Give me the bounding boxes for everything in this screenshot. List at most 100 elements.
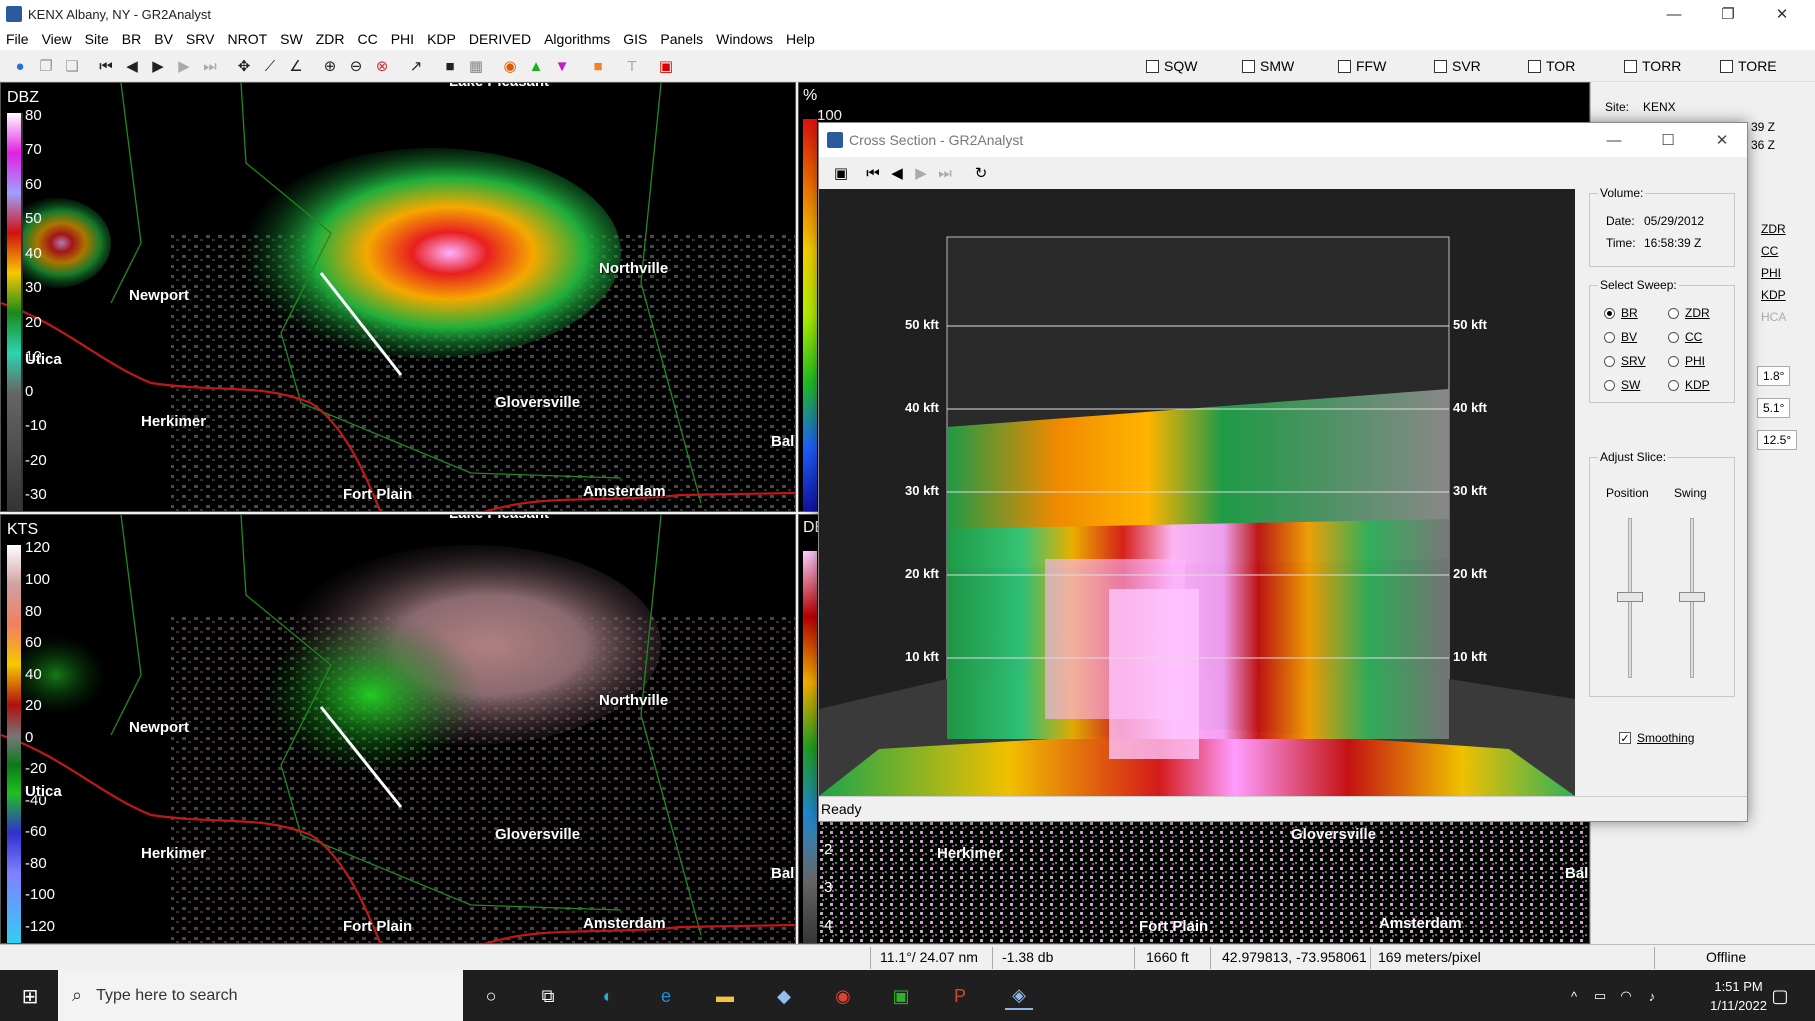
step-back-icon[interactable]: ◀	[122, 56, 142, 76]
angle-icon[interactable]: ∠	[286, 56, 306, 76]
app-icon[interactable]: ◆	[770, 982, 798, 1010]
triangle-up-icon[interactable]: ▲	[526, 56, 546, 76]
menu-nrot[interactable]: NROT	[227, 31, 267, 47]
zoom-reset-icon[interactable]: ⊗	[372, 56, 392, 76]
edge-icon[interactable]: ◐	[594, 982, 622, 1010]
menu-file[interactable]: File	[6, 31, 29, 47]
warning-toggle-sqw[interactable]: SQW	[1146, 58, 1197, 74]
menu-sw[interactable]: SW	[280, 31, 303, 47]
copy-icon[interactable]: ❐	[36, 56, 56, 76]
measure-icon[interactable]: ⟋	[260, 56, 280, 76]
record-icon[interactable]: ▣	[656, 56, 676, 76]
step-forward-icon[interactable]: ▶	[911, 163, 931, 183]
warning-toggle-ffw[interactable]: FFW	[1338, 58, 1386, 74]
triangle-down-icon[interactable]: ▼	[552, 56, 572, 76]
color-icon[interactable]: ◉	[500, 56, 520, 76]
menu-site[interactable]: Site	[85, 31, 109, 47]
menu-algorithms[interactable]: Algorithms	[544, 31, 610, 47]
chat-icon[interactable]: ▣	[887, 982, 915, 1010]
tilt-button-2[interactable]: 5.1°	[1757, 398, 1791, 418]
sweep-radio-srv[interactable]: SRV	[1604, 354, 1645, 368]
paste-icon[interactable]: ❏	[62, 56, 82, 76]
skip-back-icon[interactable]: ⏮	[96, 56, 116, 76]
sweep-radio-phi[interactable]: PHI	[1668, 354, 1705, 368]
maximize-button[interactable]: ☐	[1641, 123, 1695, 157]
minimize-button[interactable]: —	[1587, 123, 1641, 157]
position-slider-thumb[interactable]	[1617, 592, 1643, 602]
cortana-icon[interactable]: ○	[477, 982, 505, 1010]
menu-zdr[interactable]: ZDR	[316, 31, 345, 47]
product-phi[interactable]: PHI	[1761, 266, 1781, 280]
warning-toggle-tor[interactable]: TOR	[1528, 58, 1575, 74]
pan-icon[interactable]: ✥	[234, 56, 254, 76]
close-button[interactable]: ✕	[1695, 123, 1749, 157]
black-square-icon[interactable]: ■	[440, 56, 460, 76]
grid-icon[interactable]: ▦	[466, 56, 486, 76]
minimize-button[interactable]: —	[1647, 0, 1701, 28]
sweep-radio-cc[interactable]: CC	[1668, 330, 1702, 344]
menu-panels[interactable]: Panels	[660, 31, 703, 47]
file-explorer-icon[interactable]: ▬	[711, 982, 739, 1010]
product-hca[interactable]: HCA	[1761, 310, 1786, 324]
menu-gis[interactable]: GIS	[623, 31, 647, 47]
zoom-out-icon[interactable]: ⊖	[346, 56, 366, 76]
notification-icon[interactable]: ▢	[1766, 982, 1794, 1010]
sweep-radio-kdp[interactable]: KDP	[1668, 378, 1710, 392]
globe-icon[interactable]: ●	[10, 56, 30, 76]
reflectivity-pane[interactable]: DBZ 80 70 60 50 40 30 20 10 0 -10 -20 -3…	[0, 82, 796, 512]
sweep-radio-bv[interactable]: BV	[1604, 330, 1637, 344]
skip-back-icon[interactable]: ⏮	[863, 163, 883, 183]
wifi-icon[interactable]: ◠	[1612, 982, 1640, 1010]
sweep-radio-sw[interactable]: SW	[1604, 378, 1640, 392]
product-zdr[interactable]: ZDR	[1761, 222, 1786, 236]
powerpoint-icon[interactable]: P	[946, 982, 974, 1010]
step-back-icon[interactable]: ◀	[887, 163, 907, 183]
warning-toggle-tore[interactable]: TORE	[1720, 58, 1777, 74]
cross-section-window[interactable]: Cross Section - GR2Analyst — ☐ ✕ ▣ ⏮ ◀ ▶…	[818, 122, 1748, 822]
menu-windows[interactable]: Windows	[716, 31, 773, 47]
swing-slider-thumb[interactable]	[1679, 592, 1705, 602]
battery-icon[interactable]: ▭	[1586, 982, 1614, 1010]
skip-forward-icon[interactable]: ⏭	[935, 163, 955, 183]
menu-view[interactable]: View	[42, 31, 72, 47]
close-button[interactable]: ✕	[1755, 0, 1809, 28]
menu-bv[interactable]: BV	[154, 31, 173, 47]
warning-toggle-torr[interactable]: TORR	[1624, 58, 1681, 74]
chevron-up-icon[interactable]: ^	[1560, 982, 1588, 1010]
product-cc[interactable]: CC	[1761, 244, 1778, 258]
gr2analyst-taskbar-icon[interactable]: ◈	[1005, 982, 1033, 1010]
taskbar-clock[interactable]: 1:51 PM 1/11/2022	[1710, 977, 1767, 1015]
menu-cc[interactable]: CC	[357, 31, 377, 47]
internet-explorer-icon[interactable]: e	[652, 982, 680, 1010]
warning-toggle-svr[interactable]: SVR	[1434, 58, 1481, 74]
menu-kdp[interactable]: KDP	[427, 31, 456, 47]
taskbar-search-box[interactable]: ⌕ Type here to search	[58, 970, 463, 1021]
warning-toggle-smw[interactable]: SMW	[1242, 58, 1294, 74]
tilt-button-3[interactable]: 12.5°	[1757, 430, 1798, 450]
sweep-radio-zdr[interactable]: ZDR	[1668, 306, 1710, 320]
task-view-icon[interactable]: ⧉	[534, 982, 562, 1010]
volume-icon[interactable]: ♪	[1638, 982, 1666, 1010]
cross-section-plot[interactable]: 50 kft 40 kft 30 kft 20 kft 10 kft 50 kf…	[819, 189, 1575, 796]
velocity-pane[interactable]: KTS 120 100 80 60 40 20 0 -20 -40 -60 -8…	[0, 514, 796, 944]
menu-derived[interactable]: DERIVED	[469, 31, 531, 47]
sweep-radio-br[interactable]: BR	[1604, 306, 1638, 320]
skip-forward-icon[interactable]: ⏭	[200, 56, 220, 76]
tilt-button-1[interactable]: 1.8°	[1757, 366, 1791, 386]
product-kdp[interactable]: KDP	[1761, 288, 1786, 302]
smoothing-checkbox[interactable]: ✓ Smoothing	[1619, 731, 1694, 745]
maximize-button[interactable]: ❐	[1701, 0, 1755, 28]
menu-srv[interactable]: SRV	[186, 31, 215, 47]
play-icon[interactable]: ▶	[148, 56, 168, 76]
menu-br[interactable]: BR	[122, 31, 141, 47]
text-icon[interactable]: T	[622, 56, 642, 76]
cross-section-icon[interactable]: ↗	[406, 56, 426, 76]
orange-square-icon[interactable]: ■	[588, 56, 608, 76]
windows-start-icon[interactable]: ⊞	[16, 982, 44, 1010]
step-forward-icon[interactable]: ▶	[174, 56, 194, 76]
menu-phi[interactable]: PHI	[391, 31, 414, 47]
chrome-icon[interactable]: ◉	[829, 982, 857, 1010]
save-icon[interactable]: ▣	[831, 163, 851, 183]
zoom-in-icon[interactable]: ⊕	[320, 56, 340, 76]
menu-help[interactable]: Help	[786, 31, 815, 47]
